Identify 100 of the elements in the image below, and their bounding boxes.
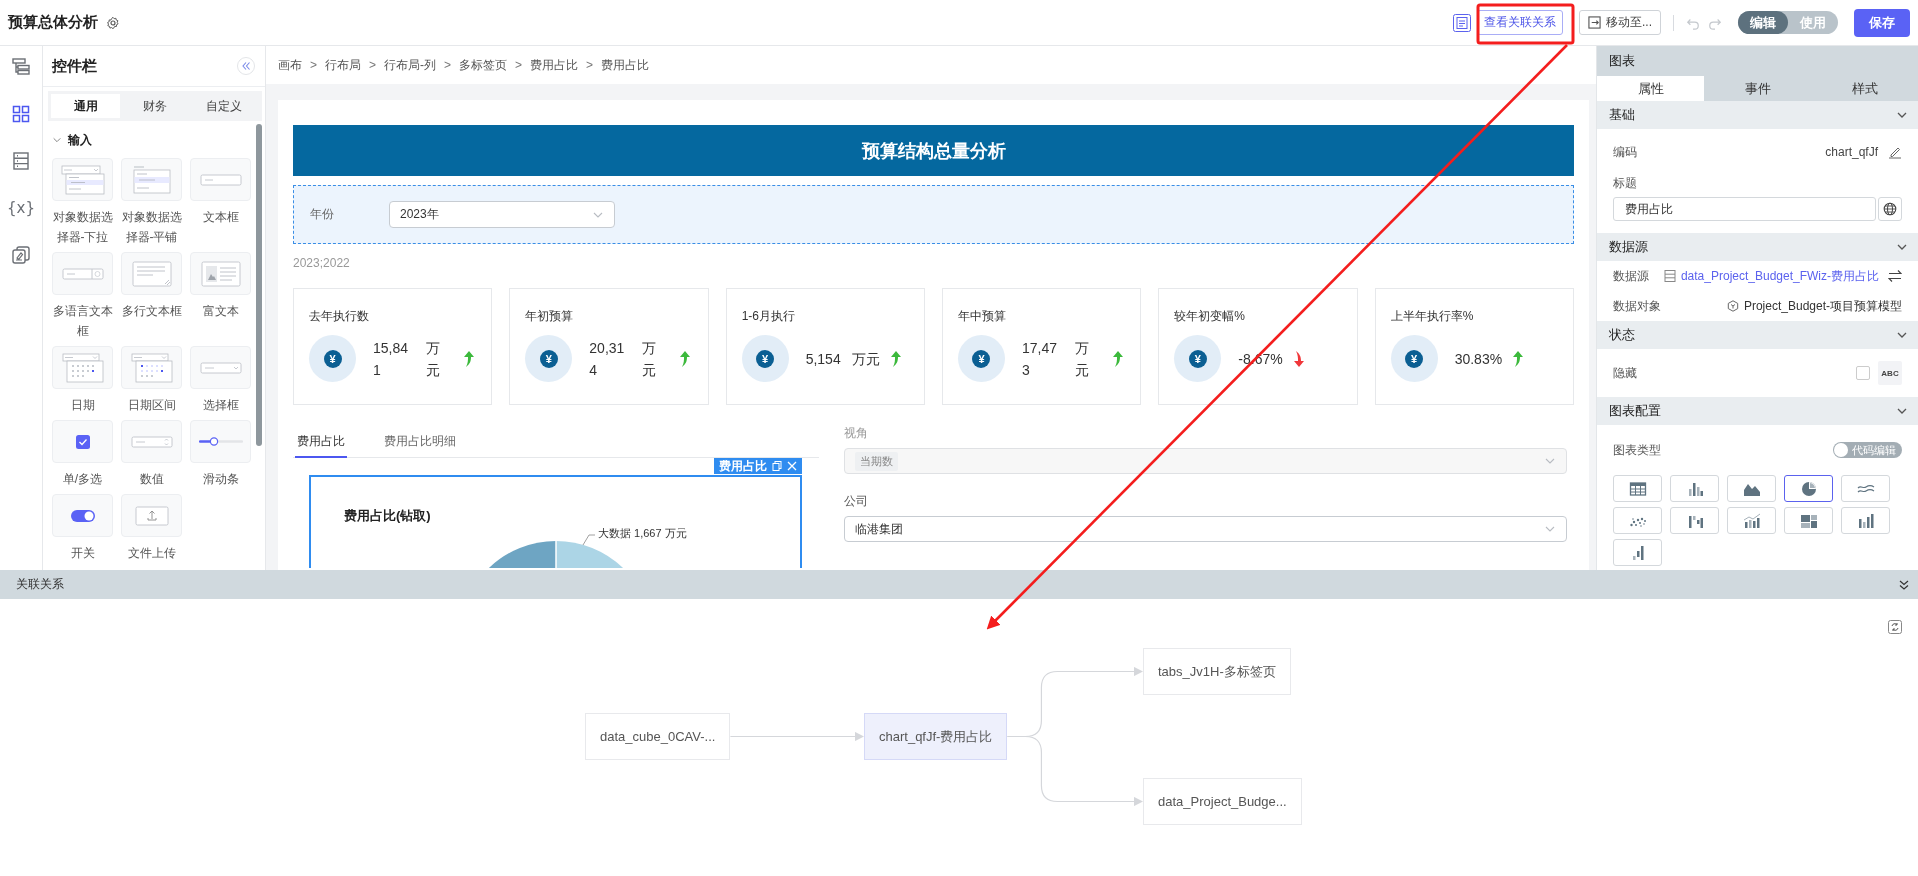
select-field[interactable]: 临港集团 xyxy=(844,516,1567,542)
widget-tile[interactable] xyxy=(190,420,251,463)
breadcrumb-separator: > xyxy=(310,58,317,72)
swap-icon[interactable] xyxy=(1888,269,1902,283)
widget-tile[interactable] xyxy=(190,158,251,201)
view-relations-button[interactable]: 查看关联关系 xyxy=(1477,10,1563,35)
treemap-chart-icon xyxy=(1799,512,1818,529)
badge-label: 费用占比 xyxy=(719,457,767,475)
move-to-button[interactable]: 移动至... xyxy=(1579,10,1661,35)
property-tab[interactable]: 属性 xyxy=(1597,76,1704,101)
kpi-value: 30.83% xyxy=(1454,349,1503,369)
panel-tab[interactable]: 财务 xyxy=(120,94,190,118)
outline-icon[interactable] xyxy=(11,57,31,77)
edit-icon[interactable] xyxy=(1888,145,1902,159)
relation-node[interactable]: chart_qfJf-费用占比 xyxy=(864,713,1008,760)
title-field[interactable]: 费用占比 xyxy=(1613,197,1876,221)
combo-chart-icon xyxy=(1742,512,1761,529)
breadcrumb-link[interactable]: 行布局-列 xyxy=(384,56,437,74)
breadcrumb-separator: > xyxy=(444,58,452,72)
table-icon xyxy=(1663,270,1676,282)
move-icon xyxy=(1588,16,1601,29)
kpi-value: 15,841 xyxy=(373,338,410,380)
widget-label: 开关 xyxy=(69,545,96,562)
widget-label: 日期区间 xyxy=(126,397,177,414)
breadcrumb-separator: > xyxy=(369,58,377,72)
kpi-unit: 万元 xyxy=(1074,338,1090,380)
document-icon[interactable] xyxy=(1453,13,1471,32)
widget-tile[interactable] xyxy=(121,420,182,463)
section-header[interactable]: 数据源 xyxy=(1597,233,1918,261)
widget-tile[interactable] xyxy=(121,346,182,389)
grid-icon[interactable] xyxy=(11,104,31,124)
chart-type-button[interactable] xyxy=(1784,475,1833,502)
settings-icon[interactable] xyxy=(106,15,120,30)
format-button[interactable]: ABC xyxy=(1878,361,1902,385)
widget-tile[interactable] xyxy=(52,252,113,295)
panel-tab[interactable]: 通用 xyxy=(51,94,121,118)
widget-tile[interactable] xyxy=(52,158,113,201)
toggle-icon xyxy=(70,509,95,522)
widget-tile[interactable] xyxy=(52,420,113,463)
section-header[interactable]: 基础 xyxy=(1597,101,1918,129)
report-banner: 预算结构总量分析 xyxy=(293,125,1574,176)
datasource-link[interactable]: data_Project_Budget_FWiz-费用占比 xyxy=(1680,267,1879,285)
property-tab[interactable]: 事件 xyxy=(1704,76,1811,101)
property-tab[interactable]: 样式 xyxy=(1811,76,1918,101)
breadcrumb-link[interactable]: 费用占比 xyxy=(601,56,650,74)
globe-button[interactable] xyxy=(1878,197,1902,221)
kpi-title: 上半年执行率% xyxy=(1390,309,1475,323)
kpi-title: 去年执行数 xyxy=(309,309,370,323)
selected-chart-frame[interactable]: 费用占比(钻取) 大数据 1,667 万元 xyxy=(309,475,802,568)
widget-label: 滑动条 xyxy=(201,471,240,488)
kpi-unit: 万元 xyxy=(642,338,658,380)
relation-node[interactable]: data_cube_0CAV-... xyxy=(585,713,731,760)
section-header[interactable]: 状态 xyxy=(1597,321,1918,349)
year-select[interactable]: 2023年 xyxy=(389,201,615,228)
widget-tile[interactable] xyxy=(190,252,251,295)
widget-label: 数值 xyxy=(138,471,165,488)
variables-icon[interactable]: {x} xyxy=(7,198,35,218)
breadcrumb-link[interactable]: 画布 xyxy=(278,56,302,74)
widget-label: 文本框 xyxy=(201,209,240,226)
currency-icon: ¥ xyxy=(1188,349,1207,368)
breadcrumb-separator: > xyxy=(515,58,523,72)
panel-tab[interactable]: 自定义 xyxy=(189,94,259,118)
section-header[interactable]: 图表配置 xyxy=(1597,397,1918,425)
widget-tile[interactable] xyxy=(121,158,182,201)
field-label: 视角 xyxy=(844,426,869,440)
field-label: 隐藏 xyxy=(1613,364,1637,382)
breadcrumb-link[interactable]: 行布局 xyxy=(325,56,361,74)
widget-tile[interactable] xyxy=(190,346,251,389)
chart-tab[interactable]: 费用占比 xyxy=(295,426,347,458)
field-label: 公司 xyxy=(844,494,869,508)
chart-tab[interactable]: 费用占比明细 xyxy=(382,426,458,458)
scrollbar[interactable] xyxy=(256,124,262,446)
relation-node[interactable]: tabs_Jv1H-多标签页 xyxy=(1143,648,1291,695)
checkbox[interactable] xyxy=(1856,366,1870,380)
breadcrumb-link[interactable]: 多标签页 xyxy=(459,56,508,74)
mode-switch[interactable]: 编辑 使用 xyxy=(1738,11,1838,34)
currency-icon: ¥ xyxy=(323,349,342,368)
close-icon[interactable] xyxy=(787,461,797,471)
widget-tile[interactable] xyxy=(52,494,113,537)
refresh-icon[interactable] xyxy=(1888,620,1902,634)
mode-tab[interactable]: 编辑 xyxy=(1738,11,1788,34)
copy-icon[interactable] xyxy=(772,461,782,471)
pages-edit-icon[interactable] xyxy=(11,245,31,265)
kpi-unit: 万元 xyxy=(425,338,441,380)
widget-tile[interactable] xyxy=(52,346,113,389)
checkbox-icon xyxy=(75,434,90,449)
breadcrumb-link[interactable]: 费用占比 xyxy=(530,56,579,74)
widget-label: 单/多选 xyxy=(61,471,104,488)
section-title: 图表配置 xyxy=(1609,402,1661,420)
slice-label: 大数据 1,667 万元 xyxy=(598,526,687,541)
collapse-icon[interactable] xyxy=(1898,578,1910,591)
relation-node[interactable]: data_Project_Budge... xyxy=(1143,778,1302,825)
table-icon[interactable] xyxy=(11,151,31,171)
widget-tile[interactable] xyxy=(121,494,182,537)
currency-icon: ¥ xyxy=(972,349,991,368)
widget-label: 多行文本框 xyxy=(120,303,183,320)
widget-tile[interactable] xyxy=(121,252,182,295)
kpi-title: 年中预算 xyxy=(958,309,1007,323)
save-button[interactable]: 保存 xyxy=(1854,8,1910,37)
currency-icon: ¥ xyxy=(756,349,775,368)
